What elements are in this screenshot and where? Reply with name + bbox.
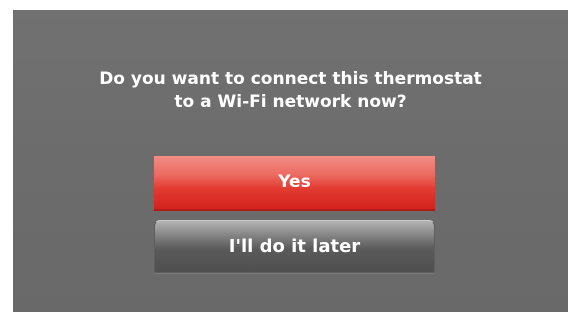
do-it-later-button[interactable]: I'll do it later <box>154 220 435 273</box>
wifi-connect-prompt: Do you want to connect this thermostat t… <box>13 68 568 114</box>
prompt-line-2: to a Wi-Fi network now? <box>174 92 407 112</box>
yes-button[interactable]: Yes <box>154 156 435 211</box>
prompt-line-1: Do you want to connect this thermostat <box>99 69 482 89</box>
thermostat-screen: Do you want to connect this thermostat t… <box>13 10 568 312</box>
